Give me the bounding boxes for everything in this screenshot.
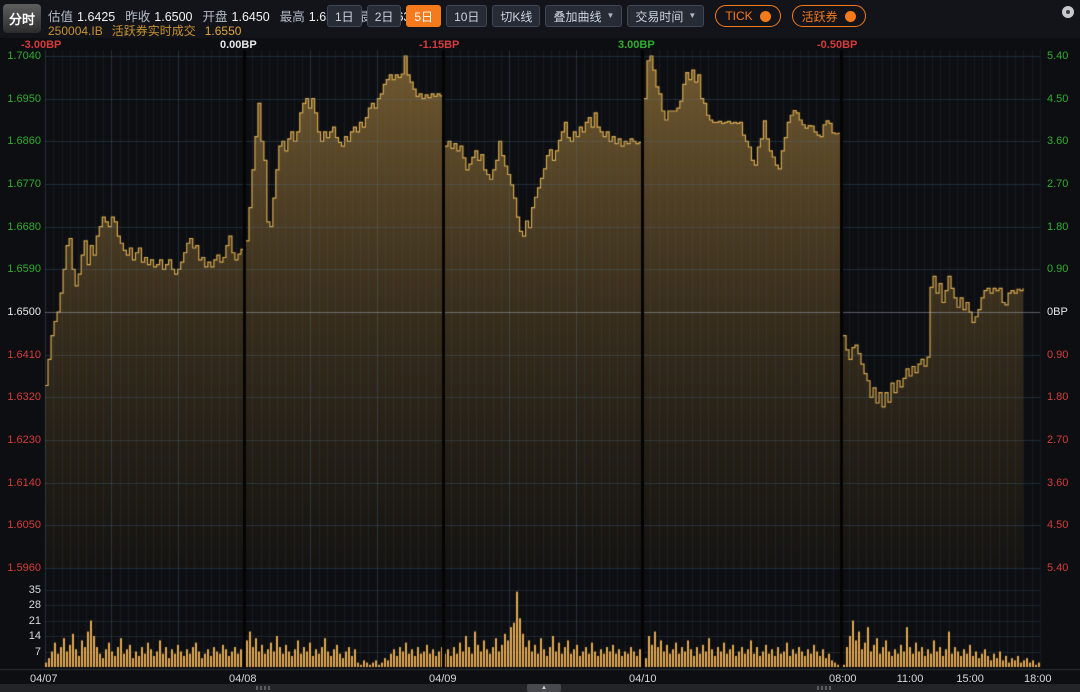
chart-toolbar: 分时 估值1.6425昨收1.6500开盘1.6450最高1.6575最低1.6…	[0, 0, 1080, 38]
trading-hours-label: 交易时间	[635, 8, 683, 25]
range-button-2日[interactable]: 2日	[367, 5, 402, 27]
range-button-1日[interactable]: 1日	[327, 5, 362, 27]
tick-toggle[interactable]: TICK	[715, 5, 780, 27]
last-trade-price: 1.6550	[205, 24, 242, 38]
panel-info-icon[interactable]	[1062, 6, 1074, 18]
active-bond-label: 活跃券实时成交	[112, 24, 196, 38]
range-button-10日[interactable]: 10日	[446, 5, 487, 27]
overlay-curve-label: 叠加曲线	[553, 8, 601, 25]
trading-terminal-window: 分时 估值1.6425昨收1.6500开盘1.6450最高1.6575最低1.6…	[0, 0, 1080, 692]
collapse-panel-handle[interactable]: ▲	[527, 684, 561, 692]
chevron-down-icon: ▼	[606, 12, 614, 20]
toggle-on-icon	[760, 11, 771, 22]
instrument-code: 250004.IB	[48, 24, 103, 38]
price-volume-chart[interactable]	[0, 38, 1080, 684]
chevron-down-icon: ▼	[688, 12, 696, 20]
switch-kline-button[interactable]: 切K线	[492, 5, 540, 27]
toggle-on-icon	[845, 11, 856, 22]
trading-hours-dropdown[interactable]: 交易时间 ▼	[627, 5, 704, 27]
splitter-bar: ▲	[0, 684, 1080, 692]
intraday-chart-panel: 1.70405.401.69504.501.68603.601.67702.70…	[0, 38, 1080, 684]
active-bond-toggle-label: 活跃券	[802, 8, 838, 25]
overlay-curve-dropdown[interactable]: 叠加曲线 ▼	[545, 5, 622, 27]
toolbar-buttons: 1日2日5日10日 切K线 叠加曲线 ▼ 交易时间 ▼ TICK 活跃券	[327, 5, 866, 27]
splitter-grip-left[interactable]	[256, 686, 270, 690]
range-button-5日[interactable]: 5日	[406, 5, 441, 27]
tick-toggle-label: TICK	[725, 9, 752, 23]
splitter-grip-right[interactable]	[817, 686, 831, 690]
active-bond-row: 250004.IB 活跃券实时成交 1.6550	[48, 22, 250, 39]
quote-label: 最高	[280, 10, 305, 24]
active-bond-toggle[interactable]: 活跃券	[792, 5, 866, 27]
tab-intraday[interactable]: 分时	[3, 4, 41, 33]
